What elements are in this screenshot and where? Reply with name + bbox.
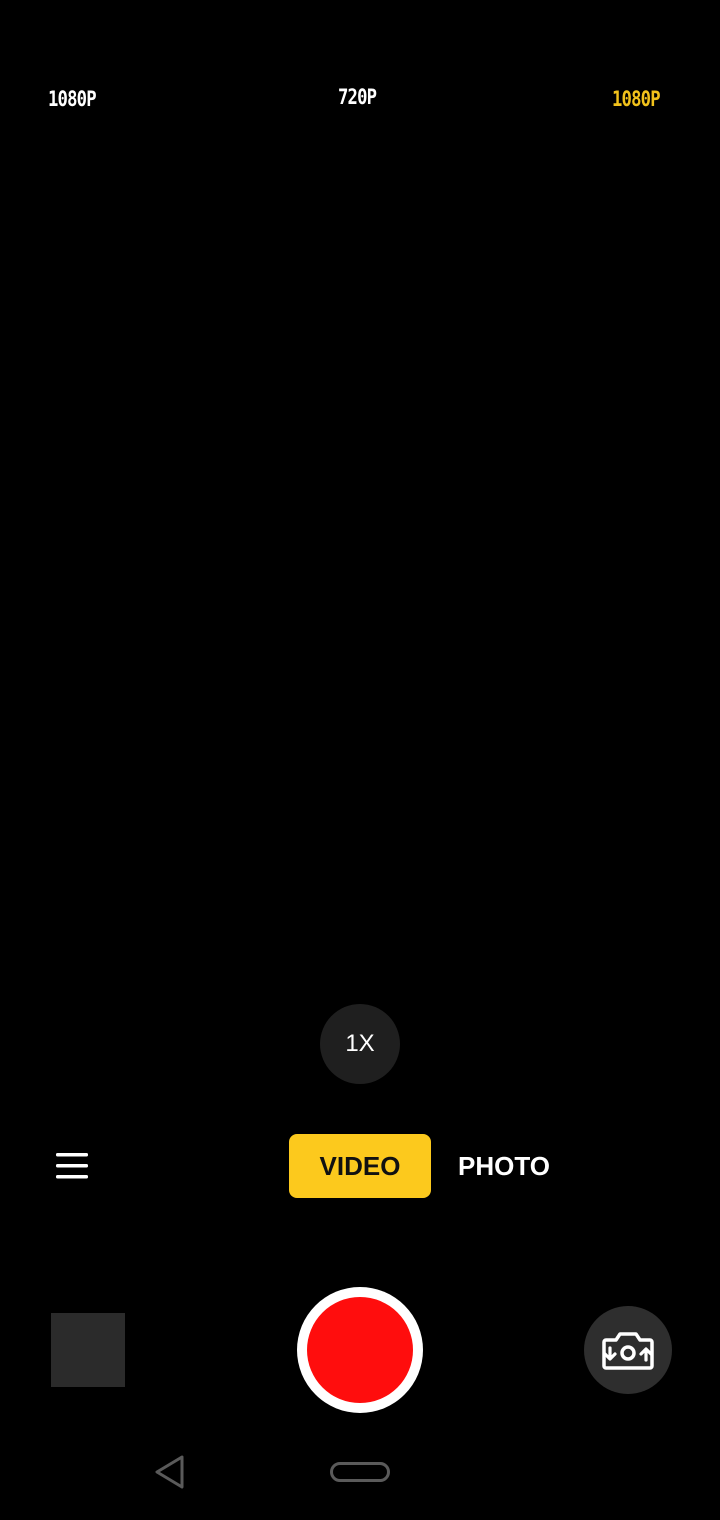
menu-button[interactable]	[50, 1146, 94, 1186]
back-triangle-icon	[155, 1455, 184, 1489]
record-button[interactable]	[297, 1287, 423, 1413]
zoom-label: 1X	[345, 1030, 375, 1057]
record-button-inner	[307, 1297, 413, 1403]
mode-photo-label: PHOTO	[458, 1150, 550, 1181]
nav-back-button[interactable]	[150, 1452, 190, 1492]
resolution-1080p-left[interactable]: 1080P	[48, 84, 97, 114]
mode-video-tab[interactable]: VIDEO	[289, 1134, 431, 1198]
mode-photo-tab[interactable]: PHOTO	[452, 1134, 556, 1198]
resolution-720p[interactable]: 720P	[338, 82, 377, 112]
switch-camera-button[interactable]	[584, 1306, 672, 1394]
viewfinder[interactable]	[0, 130, 720, 990]
resolution-1080p-right[interactable]: 1080P	[612, 84, 661, 114]
camera-switch-icon	[602, 1332, 654, 1370]
hamburger-menu-icon	[56, 1153, 88, 1179]
nav-home-button[interactable]	[330, 1462, 390, 1482]
gallery-thumbnail[interactable]	[51, 1313, 125, 1387]
zoom-button[interactable]: 1X	[320, 1004, 400, 1084]
mode-video-label: VIDEO	[319, 1150, 401, 1181]
home-pill-icon	[330, 1462, 390, 1482]
